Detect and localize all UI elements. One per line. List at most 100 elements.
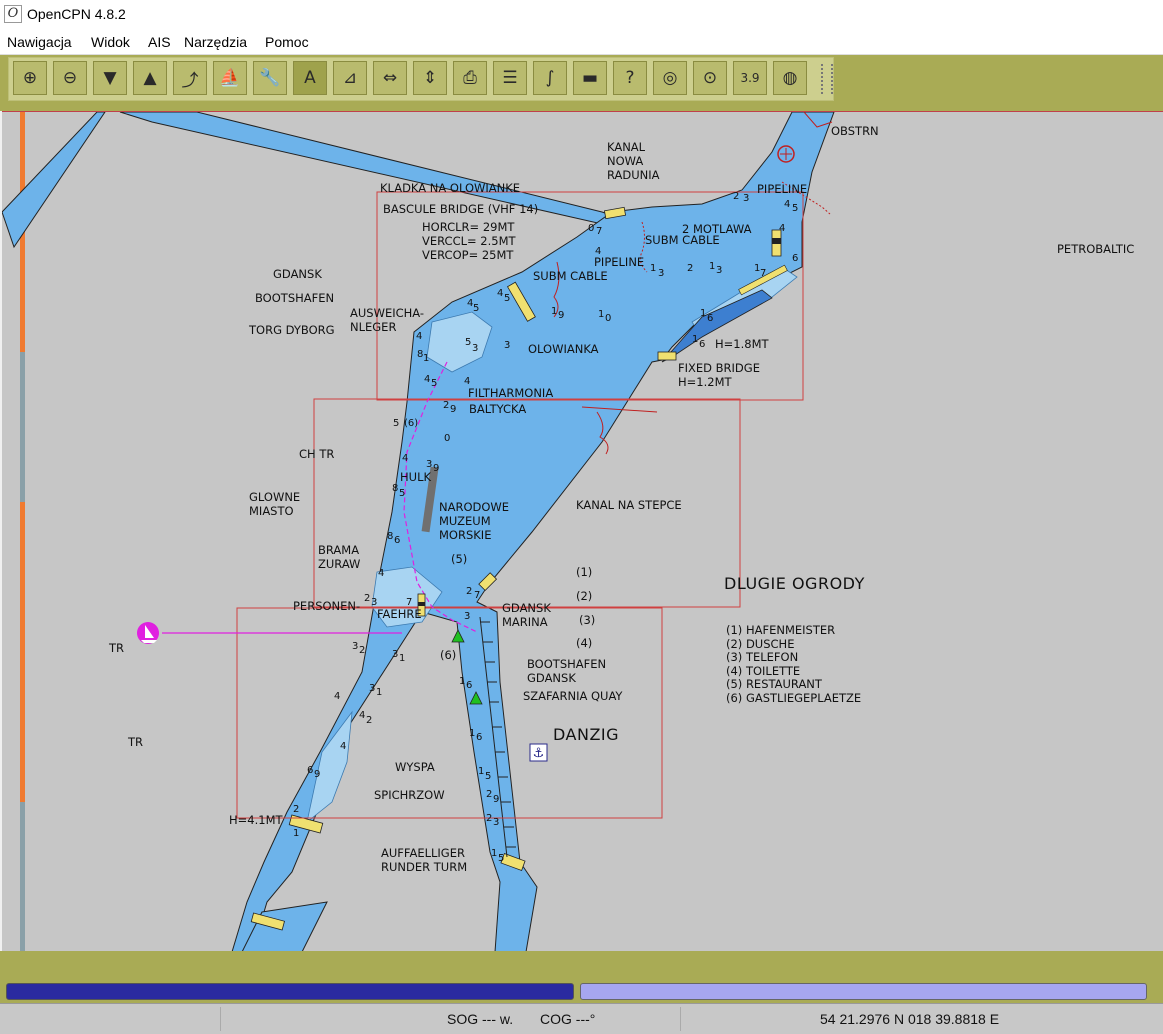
- chart-label: (4): [576, 636, 593, 650]
- depth-sounding: 7: [760, 268, 767, 279]
- depth-sounding: 5: [465, 337, 472, 348]
- depth-sounding: 1: [459, 676, 466, 687]
- chart-bar-inactive[interactable]: [580, 983, 1147, 1000]
- zoom-out-icon[interactable]: ⊖: [53, 61, 87, 95]
- depth-sounding: 4: [595, 246, 602, 257]
- menu-pomoc[interactable]: Pomoc: [265, 34, 309, 50]
- depth-sounding: 3: [493, 817, 500, 828]
- area-name-label: DLUGIE OGRODY: [724, 574, 865, 593]
- menu-ais[interactable]: AIS: [148, 34, 171, 50]
- text-toggle-icon[interactable]: A: [293, 61, 327, 95]
- settings-wrench-icon[interactable]: 🔧: [253, 61, 287, 95]
- chart-label: (2): [576, 589, 593, 603]
- chart-label: H=1.8MT: [715, 337, 769, 351]
- depth-sounding: 1: [423, 353, 430, 364]
- svg-text:⚓: ⚓: [533, 746, 545, 761]
- depth-sounding: 9: [558, 310, 565, 321]
- follow-ship-icon[interactable]: ⛵: [213, 61, 247, 95]
- depth-toggle-icon[interactable]: ⊿: [333, 61, 367, 95]
- ais-targets-icon[interactable]: ◎: [653, 61, 687, 95]
- chart-label: BASCULE BRIDGE (VHF 14): [383, 202, 539, 216]
- color-scheme-icon[interactable]: ▬: [573, 61, 607, 95]
- route-manager-icon[interactable]: ☰: [493, 61, 527, 95]
- depth-sounding: 2: [364, 593, 371, 604]
- depth-sounding: 4: [784, 199, 791, 210]
- anchorage-icon[interactable]: ⚓: [529, 743, 548, 762]
- current-arrows-icon[interactable]: ⇔: [373, 61, 407, 95]
- depth-sounding: 8: [392, 483, 399, 494]
- depth-sounding: 1: [469, 728, 476, 739]
- depth-sounding: 2: [443, 400, 450, 411]
- depth-sounding: 5: [498, 853, 505, 864]
- legend-item: (2) DUSCHE: [726, 636, 795, 651]
- depth-sounding: 6: [699, 339, 706, 350]
- help-book-icon[interactable]: ?: [613, 61, 647, 95]
- depth-sounding: 2: [466, 586, 473, 597]
- chart-label: KLADKA NA OLOWIANKE: [380, 181, 521, 195]
- version-badge-icon[interactable]: 3.9: [733, 61, 767, 95]
- chart-label: BRAMA ZURAW: [318, 543, 361, 571]
- chart-label: TR: [128, 735, 144, 749]
- depth-sounding: 6: [307, 765, 314, 776]
- chart-canvas[interactable]: ⚓ KANAL NOWA RADUNIA OBSTRN PIPELINE KLADKA…: [2, 111, 1163, 953]
- chart-label: CH TR: [299, 447, 335, 461]
- bridge-fixed: [657, 351, 677, 361]
- chart-bar-band: [0, 951, 1163, 979]
- chart-bar-active[interactable]: [6, 983, 574, 1000]
- chart-label: OLOWIANKA: [528, 342, 599, 356]
- zoom-in-icon[interactable]: ⊕: [13, 61, 47, 95]
- depth-sounding: 2: [486, 789, 493, 800]
- depth-sounding: 4: [497, 288, 504, 299]
- own-ship-icon[interactable]: [137, 622, 159, 644]
- chart-label: PETROBALTIC: [1057, 242, 1135, 256]
- route-icon[interactable]: ⤴: [173, 61, 207, 95]
- depth-sounding: 4: [340, 741, 347, 752]
- water-channel-north: [119, 112, 619, 225]
- depth-sounding: 1: [692, 334, 699, 345]
- menu-narzedzia[interactable]: Narzędzia: [184, 34, 247, 50]
- depth-sounding: 3: [464, 611, 471, 622]
- depth-sounding: 5: [504, 293, 511, 304]
- depth-sounding: 3: [369, 683, 376, 694]
- scale-up-icon[interactable]: ▲: [133, 61, 167, 95]
- main-toolbar: ⊕ ⊖ ▼ ▲ ⤴ ⛵ 🔧 A ⊿ ⇔ ⇕ ⎙ ☰ ∫ ▬? ◎ ⊙ 3.9 ◍: [8, 57, 834, 101]
- depth-sounding: 4: [416, 331, 423, 342]
- chart-label: GDANSK: [273, 267, 322, 281]
- depth-sounding: 9: [433, 463, 440, 474]
- depth-sounding: (6): [404, 418, 419, 429]
- depth-sounding: 3: [371, 597, 378, 608]
- depth-sounding: 8: [387, 531, 394, 542]
- menu-bar: Nawigacja Widok AIS Narzędzia Pomoc: [0, 30, 1163, 55]
- chart-graphics: ⚓: [2, 112, 835, 952]
- track-icon[interactable]: ∫: [533, 61, 567, 95]
- menu-nawigacja[interactable]: Nawigacja: [7, 34, 72, 50]
- tide-arrows-icon[interactable]: ⇕: [413, 61, 447, 95]
- depth-sounding: 3: [504, 340, 511, 351]
- chart-label: GDANSK MARINA: [502, 601, 551, 629]
- chart-label: SUBM CABLE: [533, 269, 608, 283]
- depth-sounding: 1: [491, 848, 498, 859]
- chart-label: OBSTRN: [831, 124, 879, 138]
- print-icon[interactable]: ⎙: [453, 61, 487, 95]
- depth-sounding: 6: [792, 253, 799, 264]
- area-name-label: DANZIG: [553, 725, 620, 744]
- chart-label: (5): [451, 552, 468, 566]
- toolbar-grip-handle[interactable]: [821, 64, 833, 94]
- chart-label: PIPELINE: [757, 182, 808, 196]
- depth-sounding: 3: [392, 649, 399, 660]
- title-bar: O OpenCPN 4.8.2: [0, 0, 1163, 30]
- depth-sounding: 7: [474, 590, 481, 601]
- depth-sounding: 7: [596, 226, 603, 237]
- depth-sounding: 1: [293, 828, 300, 839]
- depth-sounding: 1: [598, 309, 605, 320]
- lifebuoy-icon[interactable]: ◍: [773, 61, 807, 95]
- depth-sounding: 6: [707, 313, 714, 324]
- menu-widok[interactable]: Widok: [91, 34, 130, 50]
- chart-label: FIXED BRIDGE H=1.2MT: [678, 361, 760, 389]
- obstruction-icon[interactable]: [777, 145, 795, 163]
- status-bar: SOG --- w. COG ---° 54 21.2976 N 018 39.…: [0, 1003, 1163, 1034]
- mob-icon[interactable]: ⊙: [693, 61, 727, 95]
- status-cog: COG ---°: [540, 1011, 596, 1027]
- scale-down-icon[interactable]: ▼: [93, 61, 127, 95]
- depth-sounding: 9: [314, 769, 321, 780]
